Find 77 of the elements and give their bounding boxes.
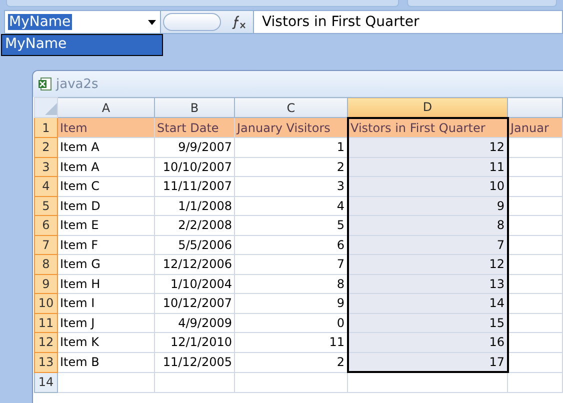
table-cell (508, 313, 562, 332)
table-cell: Item I (58, 294, 154, 313)
table-cell: Item G (58, 254, 154, 274)
table-cell: 1/10/2004 (154, 274, 234, 294)
row-header[interactable]: 7 (34, 235, 58, 254)
table-cell: Item A (58, 157, 154, 176)
row-header[interactable]: 8 (34, 254, 58, 274)
row-header[interactable]: 3 (34, 157, 58, 176)
row-header[interactable]: 2 (34, 138, 58, 157)
row-header[interactable]: 5 (34, 196, 58, 216)
table-cell: Item E (58, 216, 154, 235)
table-cell: Januar (508, 118, 562, 138)
row-header[interactable]: 13 (34, 352, 58, 372)
table-cell: 11/11/2007 (154, 176, 234, 196)
table-cell: Item C (58, 176, 154, 196)
table-cell (508, 274, 562, 294)
table-cell: January Visitors (234, 118, 348, 138)
table-cell: 4/9/2009 (154, 313, 234, 332)
table-cell: Item J (58, 313, 154, 332)
row-header[interactable]: 9 (34, 274, 58, 294)
table-cell (508, 196, 562, 216)
table-cell (508, 176, 562, 196)
table-cell (508, 372, 562, 392)
table-cell (508, 254, 562, 274)
table-cell: 9 (348, 196, 508, 216)
table-cell (508, 332, 562, 352)
name-list-item[interactable]: MyName (2, 35, 162, 55)
table-cell: 17 (348, 352, 508, 372)
table-cell (508, 157, 562, 176)
table-cell: Vistors in First Quarter (348, 118, 508, 138)
window-title: java2s (56, 76, 98, 92)
table-cell: 12 (348, 138, 508, 157)
select-all-corner-icon[interactable] (45, 103, 56, 115)
table-cell: 2/2/2008 (154, 216, 234, 235)
table-cell: 12 (348, 254, 508, 274)
table-cell: 15 (348, 313, 508, 332)
table-cell: 5/5/2006 (154, 235, 234, 254)
table-cell (508, 294, 562, 313)
spreadsheet-icon (38, 77, 52, 91)
table-cell: 12/1/2010 (154, 332, 234, 352)
row-header[interactable]: 11 (34, 313, 58, 332)
table-cell: Item D (58, 196, 154, 216)
table-cell: 16 (348, 332, 508, 352)
table-cell: 10/10/2007 (154, 157, 234, 176)
table-cell: Start Date (154, 118, 234, 138)
column-header[interactable] (508, 98, 562, 118)
row-header[interactable]: 4 (34, 176, 58, 196)
column-header[interactable]: C (234, 98, 348, 118)
column-header[interactable]: A (58, 98, 154, 118)
column-header[interactable]: D (348, 98, 508, 118)
table-cell: 13 (348, 274, 508, 294)
table-cell (508, 352, 562, 372)
table-cell: Item (58, 118, 154, 138)
table-cell (508, 235, 562, 254)
column-header[interactable]: B (154, 98, 234, 118)
table-cell (508, 138, 562, 157)
table-cell: 11/12/2005 (154, 352, 234, 372)
row-header[interactable]: 12 (34, 332, 58, 352)
table-cell: 8 (348, 216, 508, 235)
row-header[interactable]: 14 (34, 372, 58, 392)
table-cell: Item A (58, 138, 154, 157)
table-cell: 11 (348, 157, 508, 176)
table-cell: 10 (348, 176, 508, 196)
table-cell: Item K (58, 332, 154, 352)
table-cell: 12/12/2006 (154, 254, 234, 274)
table-cell: 1/1/2008 (154, 196, 234, 216)
table-cell: 14 (348, 294, 508, 313)
table-cell: Item H (58, 274, 154, 294)
row-header[interactable]: 10 (34, 294, 58, 313)
table-cell: Item B (58, 352, 154, 372)
row-header[interactable]: 6 (34, 216, 58, 235)
table-cell (508, 216, 562, 235)
table-cell: Item F (58, 235, 154, 254)
table-cell: 9/9/2007 (154, 138, 234, 157)
table-cell: 10/12/2007 (154, 294, 234, 313)
row-header[interactable]: 1 (34, 118, 58, 138)
table-cell: 7 (348, 235, 508, 254)
